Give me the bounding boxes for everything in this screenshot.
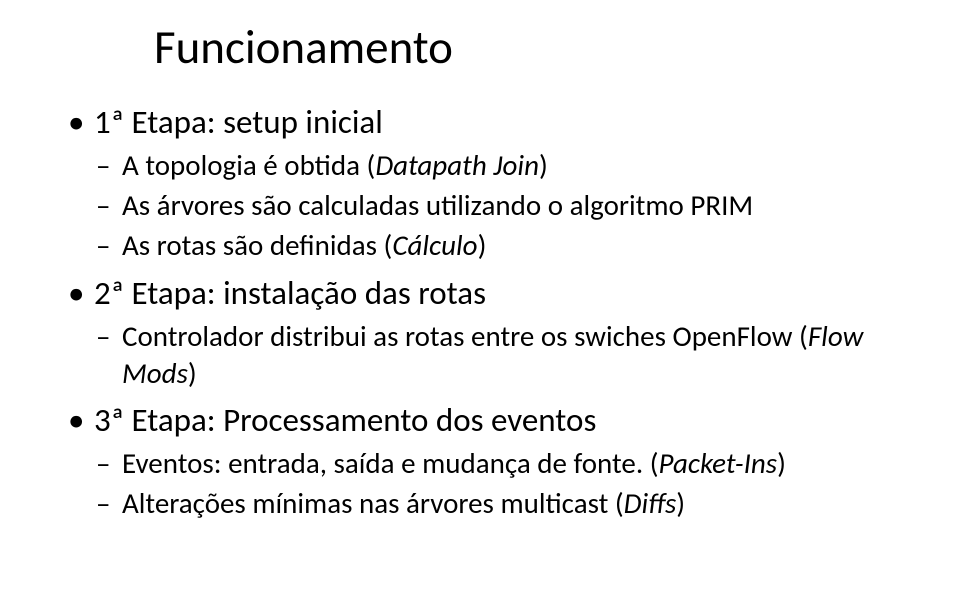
stage-2-heading: 2ª Etapa: instalação das rotas bbox=[68, 273, 920, 314]
list-item-text: As rotas são definidas ( bbox=[122, 227, 392, 263]
list-item-text: Controlador distribui as rotas entre os … bbox=[122, 318, 808, 354]
main-list: 1ª Etapa: setup inicial A topologia é ob… bbox=[68, 102, 920, 523]
list-item: Controlador distribui as rotas entre os … bbox=[68, 318, 920, 392]
list-item-text: ) bbox=[777, 445, 786, 481]
list-item: Eventos: entrada, saída e mudança de fon… bbox=[68, 445, 920, 482]
stage-2-sublist: Controlador distribui as rotas entre os … bbox=[68, 318, 920, 392]
list-item: As árvores são calculadas utilizando o a… bbox=[68, 187, 920, 224]
stage-3-heading: 3ª Etapa: Processamento dos eventos bbox=[68, 400, 920, 441]
list-item-italic: Datapath Join bbox=[375, 147, 539, 183]
slide-title: Funcionamento bbox=[154, 18, 920, 76]
list-item-text: A topologia é obtida ( bbox=[122, 147, 375, 183]
list-item-text: ) bbox=[478, 227, 487, 263]
list-item-text: ) bbox=[188, 355, 197, 391]
list-item-text: As árvores são calculadas utilizando o a… bbox=[122, 187, 753, 223]
list-item-italic: Diffs bbox=[624, 485, 677, 521]
list-item-text: ) bbox=[539, 147, 548, 183]
stage-1-heading: 1ª Etapa: setup inicial bbox=[68, 102, 920, 143]
stage-1-sublist: A topologia é obtida (Datapath Join) As … bbox=[68, 147, 920, 264]
list-item: Alterações mínimas nas árvores multicast… bbox=[68, 485, 920, 522]
list-item-text: Eventos: entrada, saída e mudança de fon… bbox=[122, 445, 659, 481]
list-item: As rotas são definidas (Cálculo) bbox=[68, 227, 920, 264]
stage-3-sublist: Eventos: entrada, saída e mudança de fon… bbox=[68, 445, 920, 522]
list-item-text: Alterações mínimas nas árvores multicast… bbox=[122, 485, 624, 521]
list-item-italic: Cálculo bbox=[392, 227, 477, 263]
list-item-italic: Packet-Ins bbox=[659, 445, 778, 481]
list-item: A topologia é obtida (Datapath Join) bbox=[68, 147, 920, 184]
list-item-text: ) bbox=[676, 485, 685, 521]
